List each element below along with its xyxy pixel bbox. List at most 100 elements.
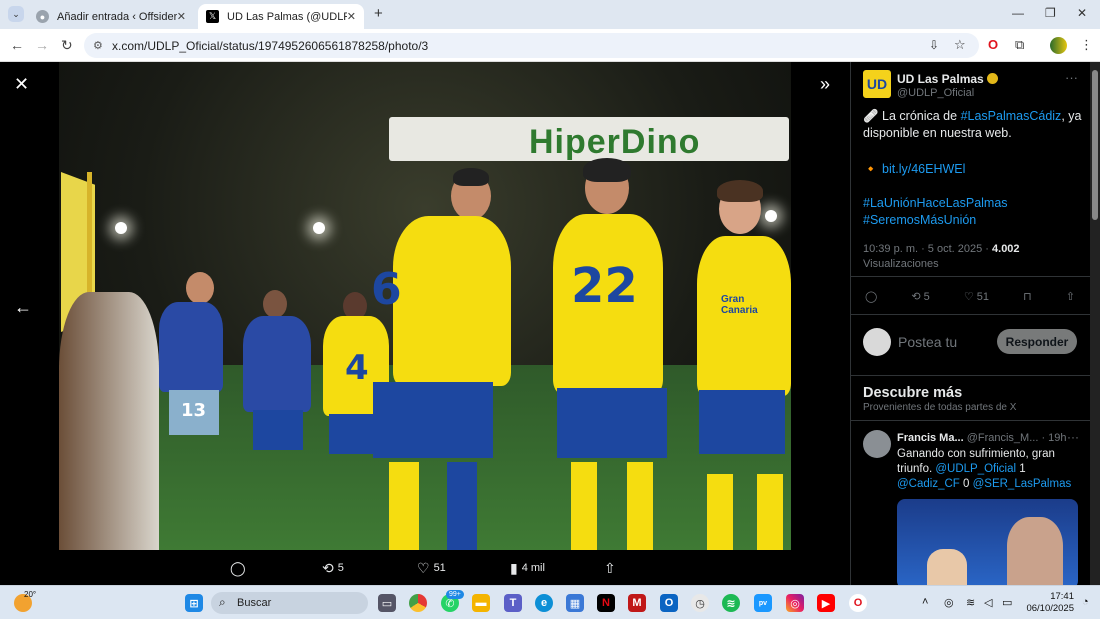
tray-app-icon[interactable]: ◎ (944, 596, 954, 609)
udlp-avatar[interactable]: UD (863, 70, 891, 98)
teams-icon[interactable]: T (504, 594, 522, 612)
close-window-button[interactable]: ✕ (1077, 6, 1087, 20)
share-icon: ⇧ (1065, 291, 1075, 303)
views-count: 4.002 (992, 243, 1020, 255)
task-view-icon[interactable]: ▭ (378, 594, 396, 612)
windows-taskbar: 20° ⊞ ⌕ Buscar ▭ ✆ 99+ ▬ T e ▦ N M O ◷ ≋… (0, 585, 1100, 619)
youtube-icon[interactable]: ▶ (817, 594, 835, 612)
opera-extension-icon[interactable]: O (988, 37, 998, 52)
page-scrollbar[interactable] (1090, 62, 1100, 585)
hashtag-link[interactable]: #LaUniónHaceLasPalmas (863, 195, 1085, 212)
taskbar-search[interactable]: ⌕ Buscar (211, 592, 368, 614)
prime-video-icon[interactable]: pv (754, 594, 772, 612)
tweet-actions: ◯ ⟲ 5 ♡ 51 ⊓ ⇧ (865, 290, 1075, 304)
timestamp[interactable]: 10:39 p. m. · 5 oct. 2025 · (863, 243, 992, 255)
clock-app-icon[interactable]: ◷ (691, 594, 709, 612)
volume-icon[interactable]: ◁ (984, 596, 992, 609)
hashtag-link[interactable]: #LasPalmasCádiz (961, 109, 1062, 123)
chrome-menu-icon[interactable]: ⋮ (1080, 37, 1093, 53)
previous-photo-icon[interactable]: ← (14, 297, 32, 318)
divider (851, 375, 1090, 376)
views-action[interactable]: ▮ 4 mil (510, 558, 545, 578)
like-button[interactable]: ♡ 51 (963, 290, 989, 304)
external-link[interactable]: bit.ly/46EHWEl (882, 162, 965, 176)
tab-close-icon[interactable]: ✕ (347, 10, 356, 23)
mention-link[interactable]: @Cadiz_CF (897, 478, 960, 490)
bookmark-star-icon[interactable]: ☆ (954, 37, 966, 53)
wifi-icon[interactable]: ≋ (966, 596, 975, 609)
forward-icon[interactable]: → (35, 37, 49, 53)
netflix-icon[interactable]: N (597, 594, 615, 612)
extensions-icon[interactable]: ⧉ (1015, 37, 1024, 53)
player-hug: 6 (359, 168, 519, 550)
restore-button[interactable]: ❐ (1045, 6, 1056, 20)
reply-icon: ◯ (865, 291, 878, 303)
like-action[interactable]: ♡ 51 (417, 558, 446, 578)
x-logo-icon: 𝕏 (206, 10, 219, 23)
expand-panel-icon[interactable]: » (820, 74, 830, 95)
more-options-icon[interactable]: ··· (1065, 70, 1078, 85)
tab-offsider[interactable]: ● Añadir entrada ‹ Offsider — W ✕ (28, 4, 194, 29)
chrome-icon[interactable] (409, 594, 427, 612)
player: Gran Canaria (687, 180, 791, 550)
tab-close-icon[interactable]: ✕ (177, 10, 186, 23)
recommended-author[interactable]: Francis Ma... @Francis_M... · 19h (897, 432, 1067, 444)
minimize-button[interactable]: — (1012, 6, 1024, 20)
views-label: Visualizaciones (863, 258, 939, 270)
recommended-post-media[interactable] (897, 499, 1078, 585)
mention-link[interactable]: @UDLP_Oficial (935, 463, 1016, 475)
file-explorer-icon[interactable]: ▬ (472, 594, 490, 612)
mcafee-icon[interactable]: M (628, 594, 646, 612)
reply-icon: ◯ (230, 559, 246, 576)
retweet-icon: ⟲ (911, 291, 921, 303)
author-name[interactable]: UD Las Palmas (897, 72, 998, 86)
recommended-author-avatar[interactable] (863, 430, 891, 458)
reply-input[interactable]: Postea tu (898, 334, 957, 350)
url-input[interactable]: ⚙ x.com/UDLP_Oficial/status/197495260656… (84, 33, 979, 58)
tweet-meta: 10:39 p. m. · 5 oct. 2025 · 4.002 Visual… (863, 242, 1085, 272)
spotify-icon[interactable]: ≋ (722, 594, 740, 612)
scrollbar-thumb[interactable] (1092, 70, 1098, 220)
bookmark-button[interactable]: ⊓ (1023, 290, 1032, 303)
tray-chevron-icon[interactable]: ˄ (922, 596, 928, 608)
back-icon[interactable]: ← (10, 37, 24, 53)
divider (851, 276, 1090, 277)
match-photo: HiperDino 13 4 6 22 Gran Canaria (59, 62, 791, 550)
install-icon[interactable]: ⇩ (929, 38, 939, 52)
windows-start-icon[interactable]: ⊞ (185, 594, 203, 612)
store-icon[interactable]: ▦ (566, 594, 584, 612)
share-icon: ⇧ (604, 559, 616, 576)
heart-icon: ♡ (963, 291, 974, 303)
edge-icon[interactable]: e (535, 594, 553, 612)
site-info-icon[interactable]: ⚙ (93, 39, 103, 52)
search-icon: ⌕ (219, 595, 226, 609)
tweet-link-line: 🔸 bit.ly/46EHWEl (863, 162, 966, 176)
tab-search-button[interactable]: ⌄ (8, 6, 24, 22)
reply-button[interactable]: ◯ (865, 290, 877, 303)
system-clock[interactable]: 17:41 06/10/2025 (1022, 591, 1074, 615)
mention-link[interactable]: @SER_LasPalmas (973, 478, 1072, 490)
opera-icon[interactable]: O (849, 594, 867, 612)
battery-icon[interactable]: ▭ (1002, 596, 1012, 609)
more-options-icon[interactable]: ··· (1067, 430, 1079, 444)
outlook-icon[interactable]: O (660, 594, 678, 612)
profile-avatar[interactable] (1050, 37, 1067, 54)
notifications-icon[interactable]: ◔ (1082, 596, 1089, 608)
discover-subtitle: Provenientes de todas partes de X (863, 402, 1017, 413)
stadium-light (115, 222, 127, 234)
close-viewer-icon[interactable]: ✕ (14, 74, 29, 95)
retweet-action[interactable]: ⟲ 5 (322, 558, 344, 578)
reload-icon[interactable]: ↻ (61, 37, 73, 54)
reply-submit-button[interactable]: Responder (997, 329, 1077, 354)
user-avatar[interactable] (863, 328, 891, 356)
share-button[interactable]: ⇧ (1066, 290, 1075, 303)
share-action[interactable]: ⇧ (604, 558, 616, 578)
reply-action[interactable]: ◯ (230, 558, 246, 578)
instagram-icon[interactable]: ◎ (786, 594, 804, 612)
hashtag-link[interactable]: #SeremosMásUnión (863, 212, 1085, 229)
tab-udlp[interactable]: 𝕏 UD Las Palmas (@UDLP_Oficial) ✕ (198, 4, 364, 29)
retweet-button[interactable]: ⟲ 5 (911, 290, 929, 304)
new-tab-button[interactable]: + (374, 5, 383, 22)
hiperdino-billboard: HiperDino (389, 117, 789, 161)
author-handle[interactable]: @UDLP_Oficial (897, 87, 974, 99)
